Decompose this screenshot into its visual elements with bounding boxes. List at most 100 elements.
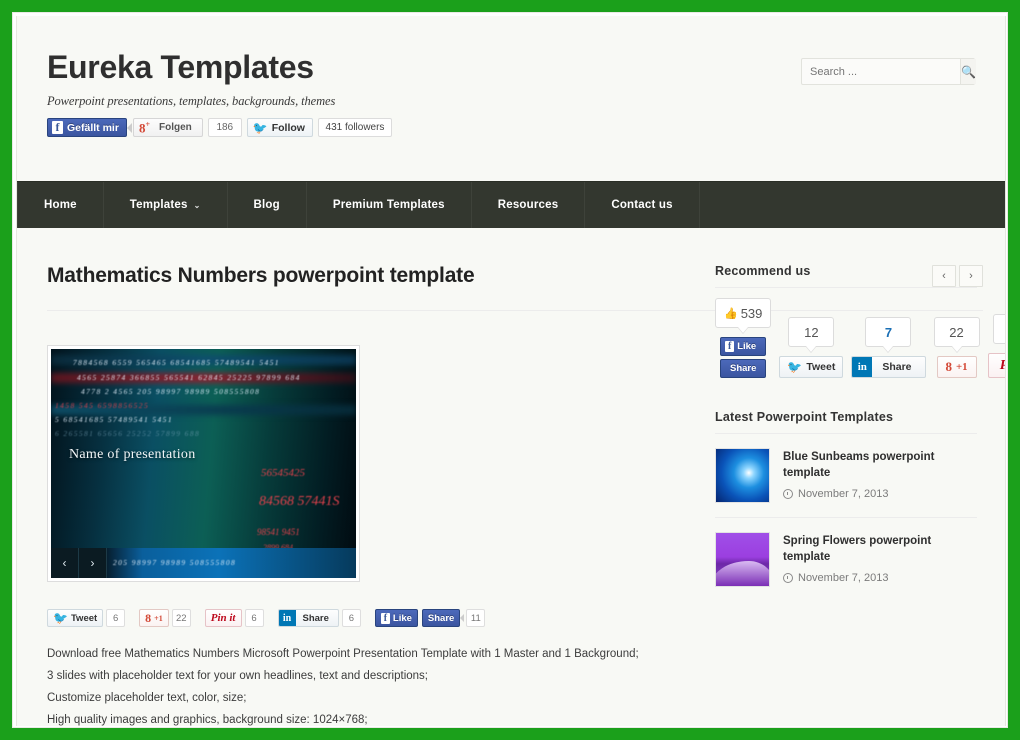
list-item-text: Blue Sunbeams powerpoint template Novemb…	[783, 448, 977, 503]
facebook-share-label: Share	[427, 612, 455, 624]
preview-prev-button[interactable]: ‹	[51, 548, 79, 578]
facebook-like-button[interactable]: f Like	[720, 337, 767, 356]
template-thumbnail[interactable]	[715, 532, 770, 587]
twitter-follow-button[interactable]: 🐦 Follow	[246, 118, 313, 138]
content-area: Mathematics Numbers powerpoint template …	[17, 228, 1005, 726]
list-item[interactable]: Blue Sunbeams powerpoint template Novemb…	[715, 434, 977, 518]
facebook-like-count-bubble: 👍 539	[715, 298, 772, 328]
facebook-like-label: Like	[737, 341, 757, 352]
facebook-like-count: 539	[740, 305, 763, 321]
facebook-share-label: Share	[730, 363, 757, 374]
linkedin-share-button[interactable]: in Share	[851, 356, 926, 378]
preview-number-row: 4778 2 4565 205 98997 98989 508555808	[81, 387, 261, 396]
twitter-icon: 🐦	[53, 611, 68, 625]
list-item-date: November 7, 2013	[783, 572, 977, 584]
google-plus-follow-label: Folgen	[159, 122, 192, 134]
pinterest-button[interactable]: Pin it	[204, 609, 242, 627]
list-item-title[interactable]: Spring Flowers powerpoint template	[783, 533, 977, 565]
linkedin-label: Share	[302, 612, 329, 624]
pinterest-count: 6	[244, 609, 264, 627]
google-plus-icon: 8	[145, 610, 152, 625]
list-item-title[interactable]: Blue Sunbeams powerpoint template	[783, 449, 977, 481]
preview-image: 7884568 6559 565465 68541685 57489541 54…	[51, 349, 356, 578]
nav-item-templates[interactable]: Templates ⌄	[104, 182, 228, 228]
facebook-recommend-group: 👍 539 f Like Share	[715, 298, 772, 378]
gplus-plus-one-label: +1	[154, 613, 163, 623]
main-navigation: Home Templates ⌄ Blog Premium Templates …	[17, 181, 1005, 228]
site-wrapper: Eureka Templates Powerpoint presentation…	[16, 16, 1006, 726]
nav-item-premium-templates[interactable]: Premium Templates	[307, 182, 472, 228]
nav-label: Templates	[129, 199, 188, 211]
nav-item-home[interactable]: Home	[17, 182, 104, 228]
description-line: Customize placeholder text, color, size;	[47, 692, 247, 704]
description-line: Download free Mathematics Numbers Micros…	[47, 648, 639, 660]
tweet-button[interactable]: 🐦 Tweet	[779, 356, 844, 378]
facebook-icon: f	[725, 341, 735, 352]
list-item-date: November 7, 2013	[783, 488, 977, 500]
preview-number-row: 6 265581 65656 25252 57899 688	[55, 429, 201, 438]
facebook-like-button[interactable]: f Gefällt mir	[47, 118, 127, 138]
google-plus-one-button[interactable]: 8 +1	[936, 356, 977, 378]
tweet-label: Tweet	[806, 361, 836, 373]
google-plus-count: 22	[171, 609, 191, 627]
nav-label: Resources	[497, 199, 559, 211]
twitter-followers-count: 431 followers	[317, 118, 392, 138]
facebook-share-button[interactable]: Share	[720, 359, 767, 378]
template-thumbnail[interactable]	[715, 448, 770, 503]
twitter-recommend-group: 12 🐦 Tweet	[779, 317, 844, 378]
page-title: Mathematics Numbers powerpoint template	[47, 264, 475, 287]
pinterest-label: Pin it	[1000, 358, 1005, 374]
facebook-icon: f	[52, 121, 63, 135]
nav-item-contact-us[interactable]: Contact us	[585, 182, 700, 228]
linkedin-icon: in	[852, 357, 873, 377]
linkedin-icon: in	[278, 610, 296, 626]
recommend-us-heading: Recommend us	[715, 264, 977, 288]
tweet-count-bubble: 12	[788, 317, 835, 347]
preview-number-row: 7884568 6559 565465 68541685 57489541 54…	[73, 358, 280, 367]
facebook-share-count: 11	[466, 609, 486, 627]
main-column: Mathematics Numbers powerpoint template …	[47, 228, 983, 726]
chevron-down-icon: ⌄	[193, 200, 201, 210]
clock-icon	[783, 489, 793, 499]
preview-big-number: 56545425	[261, 467, 305, 479]
preview-footer-row: 205 98997 98989 508555808	[113, 558, 237, 567]
nav-label: Blog	[253, 199, 280, 211]
twitter-icon: 🐦	[787, 360, 803, 374]
linkedin-share-button[interactable]: in Share	[277, 609, 339, 627]
nav-item-blog[interactable]: Blog	[228, 182, 307, 228]
google-plus-follow-button[interactable]: 8+ Folgen	[132, 118, 203, 138]
preview-big-number: 84568 57441S	[259, 494, 340, 509]
header-social-bar: f Gefällt mir 8+ Folgen 186 🐦 Follow 431…	[47, 118, 975, 138]
latest-templates-heading: Latest Powerpoint Templates	[715, 410, 977, 434]
page-frame: Eureka Templates Powerpoint presentation…	[12, 12, 1008, 728]
preview-number-row: 4565 25874 366855 565541 62845 25225 978…	[77, 373, 301, 382]
search-input[interactable]	[802, 59, 960, 84]
post-share-bar: 🐦 Tweet 6 8 +1 22 Pin it 6 in Share 6 f …	[47, 609, 672, 627]
sidebar: Recommend us 👍 539 f Like Share 12 🐦 Twe…	[672, 228, 1005, 726]
preview-big-number: 98541 9451	[257, 527, 300, 537]
template-preview[interactable]: 7884568 6559 565465 68541685 57489541 54…	[47, 345, 360, 582]
search-icon[interactable]: 🔍	[960, 59, 976, 84]
google-plus-icon: 8+	[138, 119, 150, 135]
google-plus-one-button[interactable]: 8 +1	[139, 609, 169, 627]
preview-next-button[interactable]: ›	[79, 548, 107, 578]
list-item[interactable]: Spring Flowers powerpoint template Novem…	[715, 518, 977, 601]
recommend-share-buttons: 👍 539 f Like Share 12 🐦 Tweet 7 in Share…	[715, 298, 1005, 378]
preview-number-row: 1458 545 6598856525	[55, 401, 150, 410]
tweet-button[interactable]: 🐦 Tweet	[47, 609, 104, 627]
callout-notch	[126, 118, 133, 137]
facebook-like-button[interactable]: f Like	[374, 609, 418, 627]
google-plus-count: 186	[207, 118, 242, 138]
facebook-share-button[interactable]: Share	[421, 609, 461, 627]
linkedin-recommend-group: 7 in Share	[851, 317, 926, 378]
linkedin-count: 6	[341, 609, 361, 627]
gplus-plus-one-label: +1	[955, 361, 968, 373]
callout-notch	[460, 609, 466, 627]
preview-slide-title: Name of presentation	[69, 447, 196, 462]
pinterest-button[interactable]: Pin it	[987, 353, 1005, 378]
tweet-label: Tweet	[70, 612, 98, 624]
nav-item-resources[interactable]: Resources	[472, 182, 586, 228]
search-box: 🔍	[801, 58, 976, 85]
post-description: Download free Mathematics Numbers Micros…	[47, 643, 672, 726]
site-header: Eureka Templates Powerpoint presentation…	[17, 16, 1005, 181]
